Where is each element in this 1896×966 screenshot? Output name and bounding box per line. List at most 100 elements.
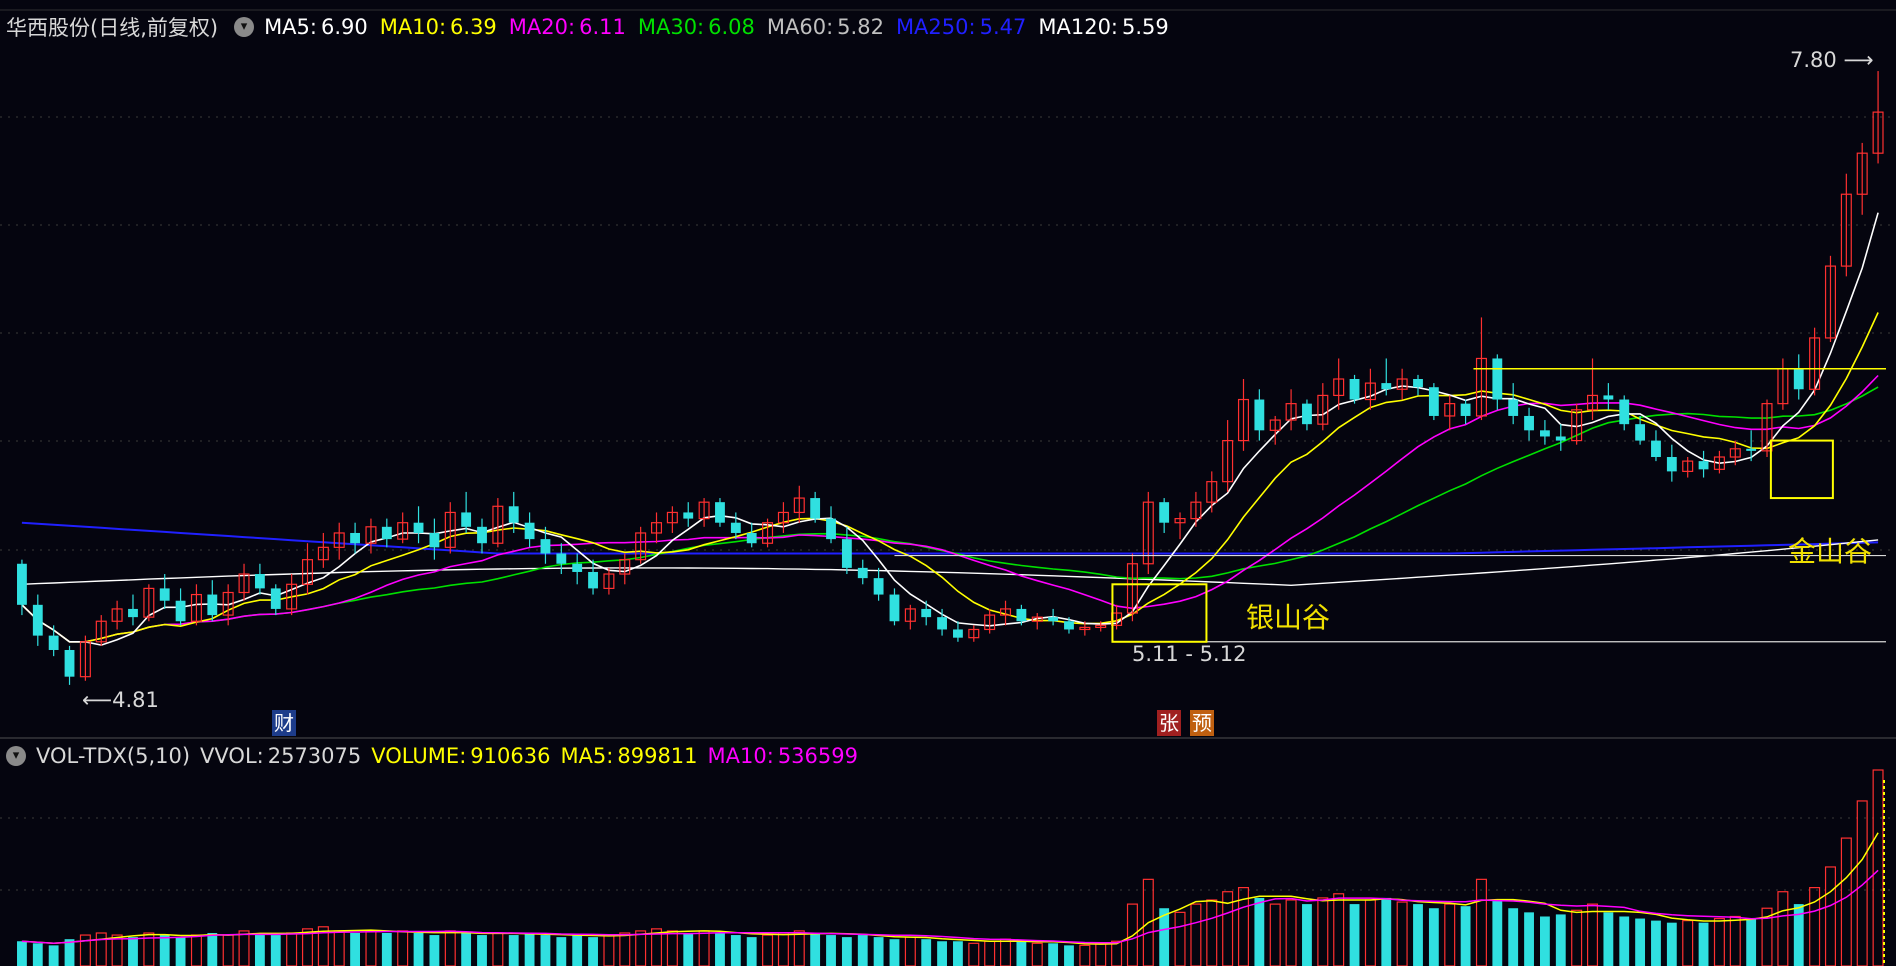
vol-ma10-name: MA10: (707, 744, 774, 768)
volume-bar-down (381, 932, 392, 966)
volume-bar-down (953, 941, 963, 966)
chevron-down-icon[interactable]: ▾ (6, 746, 26, 766)
volume-bar-down (873, 937, 884, 966)
volume-bar-down (746, 937, 757, 966)
candle-body-down (937, 617, 947, 630)
candle-body-down (381, 526, 392, 540)
volume-bar-down (429, 935, 440, 966)
ma-legend-item: MA30: 6.08 (638, 15, 755, 39)
range-label: 5.11 - 5.12 (1132, 642, 1247, 666)
ma-value: 6.11 (579, 15, 626, 39)
volume-bar-down (889, 939, 900, 966)
volume-bar-down (1254, 897, 1265, 966)
silver-valley-label: 银山谷 (1246, 601, 1331, 634)
volume-bar-down (1698, 922, 1709, 966)
chevron-down-icon[interactable]: ▾ (234, 17, 255, 37)
badge-zhang[interactable]: 张 (1157, 710, 1181, 736)
arrow-left-icon: ⟵ (82, 688, 113, 712)
ma-name: MA30: (637, 15, 705, 39)
candle-body-down (1064, 621, 1074, 630)
volume-bar-down (1508, 908, 1519, 966)
volume-bar-down (524, 932, 535, 966)
vol-ma5-name: MA5: (560, 744, 614, 768)
badge-yu[interactable]: 预 (1190, 710, 1214, 736)
volume-bar-down (1635, 918, 1646, 966)
ma-name: MA10: (379, 15, 447, 39)
volume-bar-down (1016, 941, 1027, 966)
candle-body-down (524, 522, 535, 540)
candle-body-down (889, 594, 900, 622)
high-price-label: 7.80 ⟶ (1790, 48, 1874, 72)
candle-body-down (841, 539, 852, 568)
price-panel-header: 华西股份(日线,前复权) ▾ MA5: 6.90 MA10: 6.39 MA20: 6.1… (6, 12, 1191, 42)
candle-body-down (746, 532, 757, 544)
candle-body-down (128, 608, 138, 618)
volume-bar-down (715, 932, 725, 966)
volume-bar-down (826, 935, 836, 966)
candle-body-down (413, 522, 424, 533)
candle-body-down (1508, 399, 1519, 416)
volume-bar-down (1302, 904, 1312, 966)
volume-bar-down (32, 943, 43, 966)
volume-bar-down (1555, 914, 1566, 966)
candle-body-down (826, 518, 836, 540)
volume-bar-down (857, 935, 868, 966)
volume-bar-down (556, 937, 567, 966)
candle-body-down (1016, 608, 1027, 622)
volume-bar-down (207, 932, 218, 966)
volume-bar-down (48, 945, 59, 966)
candle-body-down (1635, 424, 1646, 441)
volume-bar-down (461, 932, 472, 966)
candle-body-down (17, 563, 27, 605)
volume-bar-down (477, 935, 487, 966)
volume-bar-down (1524, 912, 1534, 966)
ma-legend-item: MA60: 5.82 (767, 15, 884, 39)
candlestick-chart (0, 0, 1896, 966)
volume-bar-down (921, 939, 932, 966)
ma-name: MA120: (1038, 15, 1119, 39)
volume-bar-down (1651, 920, 1661, 966)
candle-body-down (350, 532, 361, 544)
volume-bar-down (350, 932, 361, 966)
candle-body-down (715, 502, 725, 523)
candle-body-down (1555, 436, 1566, 441)
candle-body-down (159, 588, 170, 601)
low-price-label: ⟵4.81 (82, 688, 159, 712)
candle-body-down (1492, 358, 1503, 400)
candle-body-down (1651, 440, 1661, 458)
volume-bar-down (1413, 904, 1423, 966)
volume-bar-down (683, 932, 694, 966)
candle-body-down (572, 563, 583, 572)
ma-value: 6.90 (320, 15, 368, 39)
candle-body-down (1302, 403, 1312, 425)
candle-body-down (921, 608, 932, 618)
candle-body-down (730, 522, 741, 533)
candle-body-down (1539, 430, 1550, 437)
candle-body-down (810, 498, 821, 519)
volume-bar-down (1349, 904, 1360, 966)
ma-name: MA60: (766, 15, 834, 39)
badge-cai[interactable]: 财 (272, 710, 296, 736)
candle-body-down (1413, 379, 1423, 388)
candle-body-down (32, 604, 43, 636)
volume-bar-down (1381, 897, 1392, 966)
ma-value: 6.39 (450, 15, 497, 39)
candle-body-down (175, 600, 186, 622)
volume-bar-down (1603, 912, 1614, 966)
ma-value: 6.08 (708, 15, 755, 39)
candle-body-down (540, 539, 551, 554)
candle-body-down (1460, 403, 1471, 416)
volume-bar-down (540, 935, 551, 966)
ma-legend-item: MA5: 6.90 (264, 15, 368, 39)
ma-legend-item: MA120: 5.59 (1038, 15, 1168, 39)
volume-bar-down (1460, 906, 1471, 966)
vvol-value: 2573075 (267, 744, 362, 768)
ma-name: MA5: (264, 15, 317, 39)
ma-name: MA250: (895, 15, 976, 39)
ma-legend-item: MA250: 5.47 (896, 15, 1026, 39)
candle-body-down (270, 588, 281, 609)
ma-value: 5.47 (979, 15, 1027, 39)
chart-background (0, 0, 1896, 966)
candle-body-down (1666, 457, 1677, 472)
candle-body-down (1254, 399, 1265, 431)
